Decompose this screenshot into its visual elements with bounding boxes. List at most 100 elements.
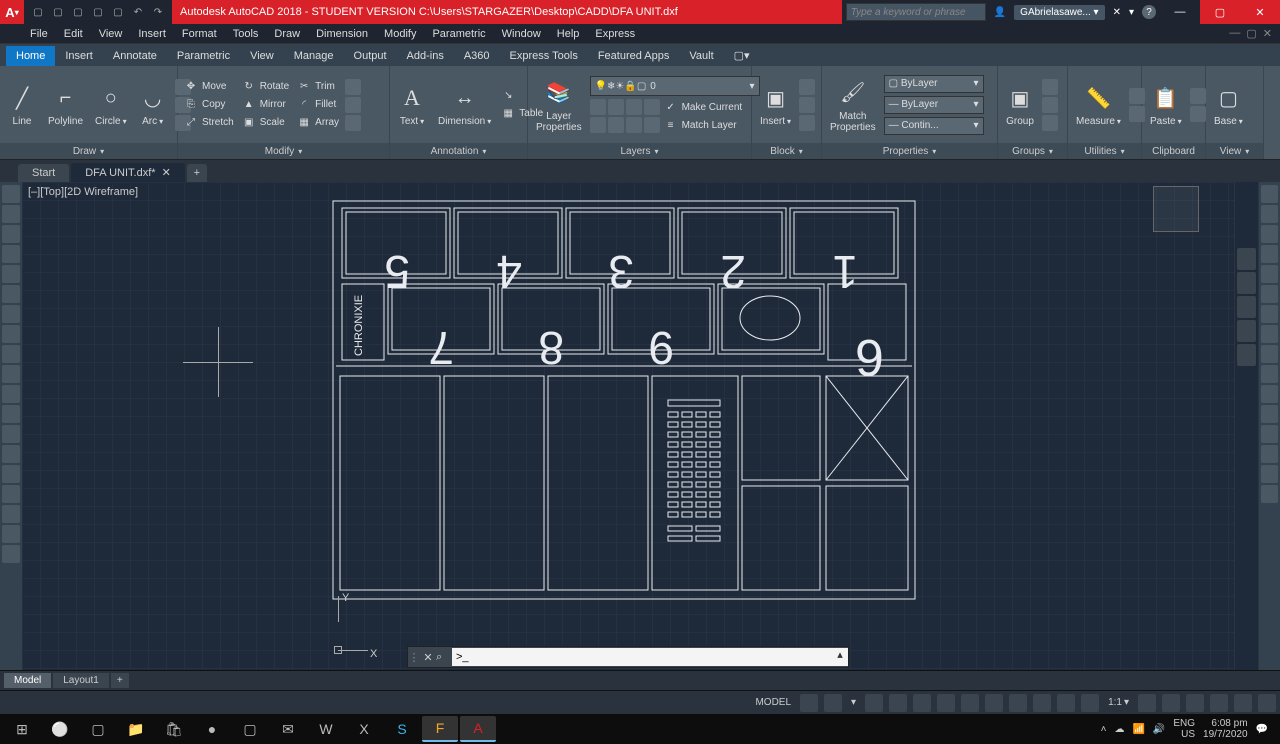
circle-button[interactable]: ○Circle [91, 80, 131, 129]
polyline-button[interactable]: ⌐Polyline [44, 80, 87, 129]
tool-spline-icon[interactable] [2, 345, 20, 363]
tool-make-icon[interactable] [2, 405, 20, 423]
panel-properties-label[interactable]: Properties [822, 143, 997, 159]
panel-layers-label[interactable]: Layers [528, 143, 751, 159]
mod-copy-icon[interactable] [1261, 205, 1278, 223]
tab-express[interactable]: Express Tools [500, 46, 588, 66]
menu-format[interactable]: Format [182, 28, 217, 40]
tab-output[interactable]: Output [344, 46, 397, 66]
base-view-button[interactable]: ▢Base [1210, 80, 1247, 129]
cmd-search-icon[interactable]: ⌕ [436, 651, 452, 664]
sb-polar-icon[interactable] [889, 694, 907, 712]
clip-tool-icon[interactable] [1190, 106, 1206, 122]
copy-button[interactable]: ⎘Copy [182, 97, 236, 113]
layout-model[interactable]: Model [4, 673, 51, 688]
mod-explode-icon[interactable] [1261, 485, 1278, 503]
sb-otrack-icon[interactable] [985, 694, 1003, 712]
move-button[interactable]: ✥Move [182, 79, 236, 95]
modify-misc-icon[interactable] [345, 115, 361, 131]
viewport-controls[interactable]: [–][Top][2D Wireframe] [28, 186, 138, 198]
tool-text-icon[interactable] [2, 525, 20, 543]
user-menu[interactable]: GAbrielasawe... ▾ [1014, 5, 1104, 20]
signin-icon[interactable]: 👤 [994, 7, 1006, 18]
match-properties-button[interactable]: 🖌Match Properties [826, 75, 880, 135]
stretch-button[interactable]: ⤢Stretch [182, 115, 236, 131]
qat-redo-icon[interactable]: ↷ [150, 4, 166, 20]
qat-undo-icon[interactable]: ↶ [130, 4, 146, 20]
group-tool-icon[interactable] [1042, 79, 1058, 95]
tray-volume-icon[interactable]: 🔊 [1153, 724, 1165, 735]
tab-a360[interactable]: A360 [454, 46, 500, 66]
layer-tool-icon[interactable] [590, 99, 606, 115]
layer-dropdown[interactable]: 💡❄☀🔒▢ 0▾ [590, 76, 760, 96]
qat-open-icon[interactable]: ▢ [50, 4, 66, 20]
qat-print-icon[interactable]: ▢ [110, 4, 126, 20]
tool-hatch-icon[interactable] [2, 445, 20, 463]
menu-express[interactable]: Express [595, 28, 635, 40]
menu-file[interactable]: File [30, 28, 48, 40]
sb-cycling-icon[interactable] [1057, 694, 1075, 712]
panel-modify-label[interactable]: Modify [178, 143, 389, 159]
menu-insert[interactable]: Insert [138, 28, 166, 40]
modify-misc-icon[interactable] [345, 97, 361, 113]
exchange-icon[interactable]: ✕ [1113, 7, 1121, 18]
menu-view[interactable]: View [99, 28, 123, 40]
help-icon[interactable]: ? [1142, 5, 1156, 19]
close-button[interactable]: ✕ [1240, 0, 1280, 24]
mod-trim-icon[interactable] [1261, 365, 1278, 383]
tool-insert-icon[interactable] [2, 385, 20, 403]
nav-orbit-icon[interactable] [1237, 320, 1256, 342]
doc-minimize-icon[interactable]: — [1229, 27, 1240, 40]
tool-point-icon[interactable] [2, 425, 20, 443]
menu-dimension[interactable]: Dimension [316, 28, 368, 40]
group-tool-icon[interactable] [1042, 115, 1058, 131]
tray-clock[interactable]: 6:08 pm19/7/2020 [1203, 718, 1248, 740]
nav-showmotion-icon[interactable] [1237, 344, 1256, 366]
sb-lwt-icon[interactable] [1009, 694, 1027, 712]
text-button[interactable]: AText [394, 80, 430, 129]
nav-zoom-icon[interactable] [1237, 296, 1256, 318]
color-dropdown[interactable]: ▢ ByLayer▾ [884, 75, 984, 93]
layer-tool-icon[interactable] [644, 117, 660, 133]
qat-saveas-icon[interactable]: ▢ [90, 4, 106, 20]
tab-featured[interactable]: Featured Apps [588, 46, 680, 66]
tool-rectangle-icon[interactable] [2, 265, 20, 283]
tray-notifications-icon[interactable]: 💬 [1256, 724, 1268, 735]
sb-snap-icon[interactable] [824, 694, 842, 712]
tool-revision-icon[interactable] [2, 325, 20, 343]
tray-up-icon[interactable]: ˄ [1101, 724, 1107, 735]
sb-iso-icon[interactable] [913, 694, 931, 712]
sb-scale[interactable]: 1:1 ▾ [1105, 697, 1132, 708]
sb-ortho-icon[interactable] [865, 694, 883, 712]
mod-array-icon[interactable] [1261, 265, 1278, 283]
mod-extend-icon[interactable] [1261, 385, 1278, 403]
paste-button[interactable]: 📋Paste [1146, 80, 1186, 129]
dimension-button[interactable]: ↔Dimension [434, 80, 495, 129]
app-icon[interactable]: A▾ [0, 0, 24, 24]
tab-addins[interactable]: Add-ins [397, 46, 454, 66]
maximize-button[interactable]: ▢ [1200, 0, 1240, 24]
menu-draw[interactable]: Draw [274, 28, 300, 40]
viewport[interactable]: [–][Top][2D Wireframe] 5 4 3 2 1 [22, 182, 1234, 670]
tab-annotate[interactable]: Annotate [103, 46, 167, 66]
nav-pan-icon[interactable] [1237, 272, 1256, 294]
block-tool-icon[interactable] [799, 79, 815, 95]
nav-wheel-icon[interactable] [1237, 248, 1256, 270]
mod-erase-icon[interactable] [1261, 185, 1278, 203]
layer-tool-icon[interactable] [626, 117, 642, 133]
tab-vault[interactable]: Vault [679, 46, 723, 66]
measure-button[interactable]: 📏Measure [1072, 80, 1125, 129]
mod-chamfer-icon[interactable] [1261, 445, 1278, 463]
tray-wifi-icon[interactable]: 📶 [1132, 724, 1144, 735]
tool-construction-icon[interactable] [2, 205, 20, 223]
command-line[interactable]: ⋮ ✕ ⌕ ▴ [407, 646, 849, 668]
tab-view[interactable]: View [240, 46, 284, 66]
menu-tools[interactable]: Tools [233, 28, 259, 40]
help-search-input[interactable]: Type a keyword or phrase [846, 3, 986, 21]
viewcube[interactable] [1146, 186, 1206, 246]
tool-polygon-icon[interactable] [2, 245, 20, 263]
sb-annoscale-icon[interactable] [1138, 694, 1156, 712]
block-tool-icon[interactable] [799, 115, 815, 131]
file-tab-add[interactable]: + [187, 164, 207, 182]
make-current-button[interactable]: ✓Make Current [662, 99, 745, 115]
